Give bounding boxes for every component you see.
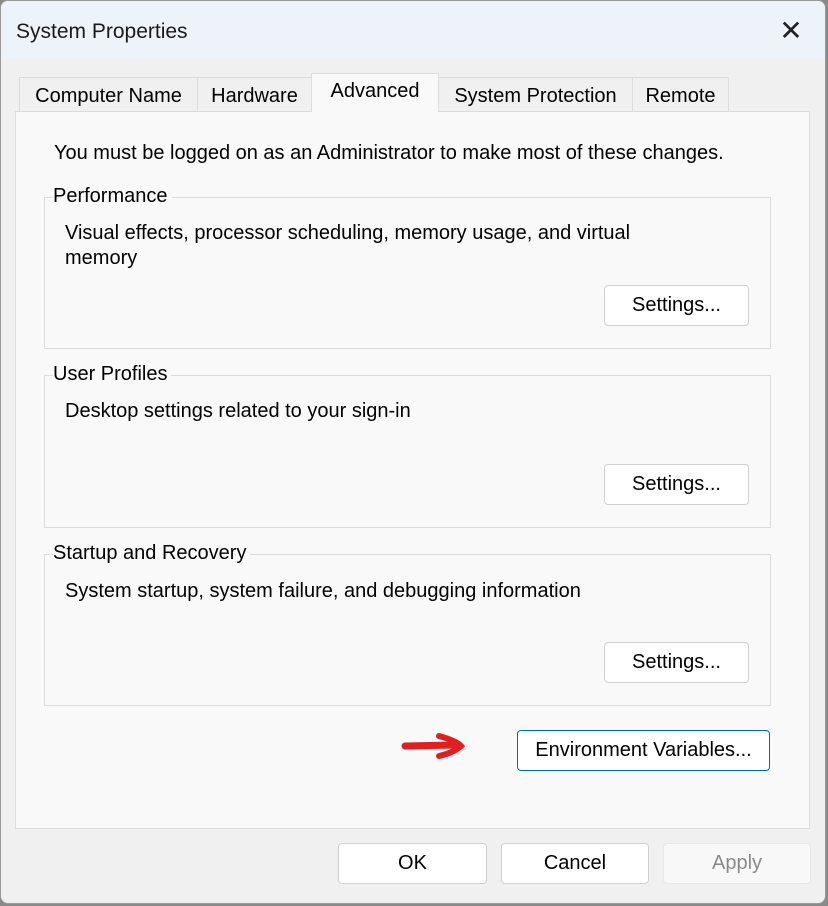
window-title: System Properties <box>16 20 188 43</box>
startup-recovery-group <box>44 554 771 706</box>
ok-button[interactable]: OK <box>338 843 487 884</box>
user-profiles-group <box>44 375 771 528</box>
performance-description: Visual effects, processor scheduling, me… <box>65 222 631 269</box>
user-profiles-settings-button[interactable]: Settings... <box>604 464 749 505</box>
tab-hardware[interactable]: Hardware <box>197 77 312 112</box>
red-arrow-annotation-icon <box>401 733 466 759</box>
tab-computer-name[interactable]: Computer Name <box>19 77 198 112</box>
apply-button[interactable]: Apply <box>663 843 811 884</box>
startup-recovery-settings-button[interactable]: Settings... <box>604 642 749 683</box>
startup-recovery-description: System startup, system failure, and debu… <box>65 580 581 602</box>
tab-remote[interactable]: Remote <box>632 77 729 112</box>
tab-advanced[interactable]: Advanced <box>311 73 439 112</box>
close-icon[interactable]: ✕ <box>771 11 811 51</box>
performance-group <box>44 197 771 349</box>
system-properties-dialog: System Properties ✕ Computer Name Hardwa… <box>0 0 826 904</box>
title-bar: System Properties ✕ <box>1 1 825 59</box>
user-profiles-description: Desktop settings related to your sign-in <box>65 400 411 422</box>
tab-system-protection[interactable]: System Protection <box>438 77 633 112</box>
environment-variables-button[interactable]: Environment Variables... <box>517 730 770 771</box>
user-profiles-label: User Profiles <box>53 363 172 386</box>
performance-label: Performance <box>53 185 172 208</box>
cancel-button[interactable]: Cancel <box>501 843 649 884</box>
startup-recovery-label: Startup and Recovery <box>53 542 251 565</box>
performance-settings-button[interactable]: Settings... <box>604 285 749 326</box>
admin-note: You must be logged on as an Administrato… <box>54 142 724 164</box>
